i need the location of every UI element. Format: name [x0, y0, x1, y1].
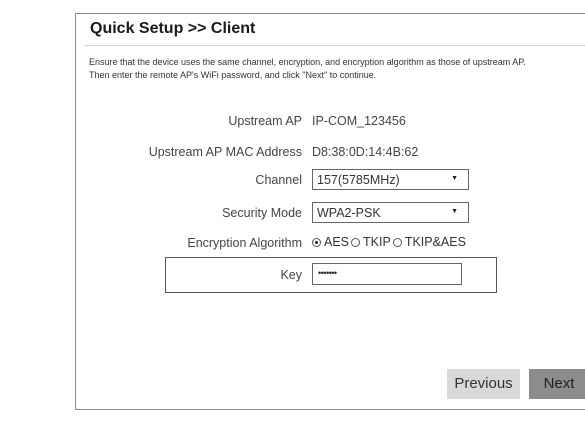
mac-address-label: Upstream AP MAC Address — [148, 145, 302, 159]
dropdown-arrow-icon: ▼ — [451, 208, 458, 215]
radio-unselected-icon[interactable] — [392, 238, 402, 247]
channel-label: Channel — [255, 173, 302, 187]
next-button[interactable]: Next — [529, 369, 585, 399]
radio-aes[interactable]: AES — [312, 235, 351, 249]
previous-button[interactable]: Previous — [447, 369, 520, 399]
key-password-input[interactable]: ••••••• — [312, 263, 462, 285]
instructions: Ensure that the device uses the same cha… — [89, 56, 526, 81]
title-divider — [85, 45, 585, 46]
radio-tkip[interactable]: TKIP — [351, 235, 393, 249]
radio-tkip-aes[interactable]: TKIP&AES — [392, 235, 468, 249]
security-mode-select[interactable]: WPA2-PSK ▼ — [312, 202, 469, 223]
upstream-ap-row: Upstream AP IP-COM_123456 — [75, 110, 585, 134]
radio-tkip-label: TKIP — [363, 235, 391, 249]
upstream-ap-value: IP-COM_123456 — [312, 114, 406, 128]
encryption-row: Encryption Algorithm AES TKIP TKIP&AES — [75, 232, 585, 256]
security-mode-label: Security Mode — [222, 206, 302, 220]
encryption-radio-group: AES TKIP TKIP&AES — [312, 235, 468, 249]
radio-selected-icon[interactable] — [312, 238, 321, 247]
channel-select-value: 157(5785MHz) — [317, 173, 400, 187]
security-mode-row: Security Mode WPA2-PSK ▼ — [75, 202, 585, 226]
security-mode-select-value: WPA2-PSK — [317, 206, 381, 220]
upstream-ap-label: Upstream AP — [228, 114, 302, 128]
instructions-line-1: Ensure that the device uses the same cha… — [89, 57, 526, 67]
radio-unselected-icon[interactable] — [351, 238, 361, 247]
mac-address-value: D8:38:0D:14:4B:62 — [312, 145, 419, 159]
radio-aes-label: AES — [324, 235, 350, 249]
page-title: Quick Setup >> Client — [90, 20, 256, 37]
mac-address-row: Upstream AP MAC Address D8:38:0D:14:4B:6… — [75, 141, 585, 165]
radio-tkip-aes-label: TKIP&AES — [404, 235, 466, 249]
dropdown-arrow-icon: ▼ — [451, 175, 458, 182]
instructions-line-2: Then enter the remote AP's WiFi password… — [89, 69, 377, 80]
channel-row: Channel 157(5785MHz) ▼ — [75, 169, 585, 193]
key-label: Key — [280, 268, 302, 282]
encryption-label: Encryption Algorithm — [187, 236, 302, 250]
channel-select[interactable]: 157(5785MHz) ▼ — [312, 169, 469, 190]
